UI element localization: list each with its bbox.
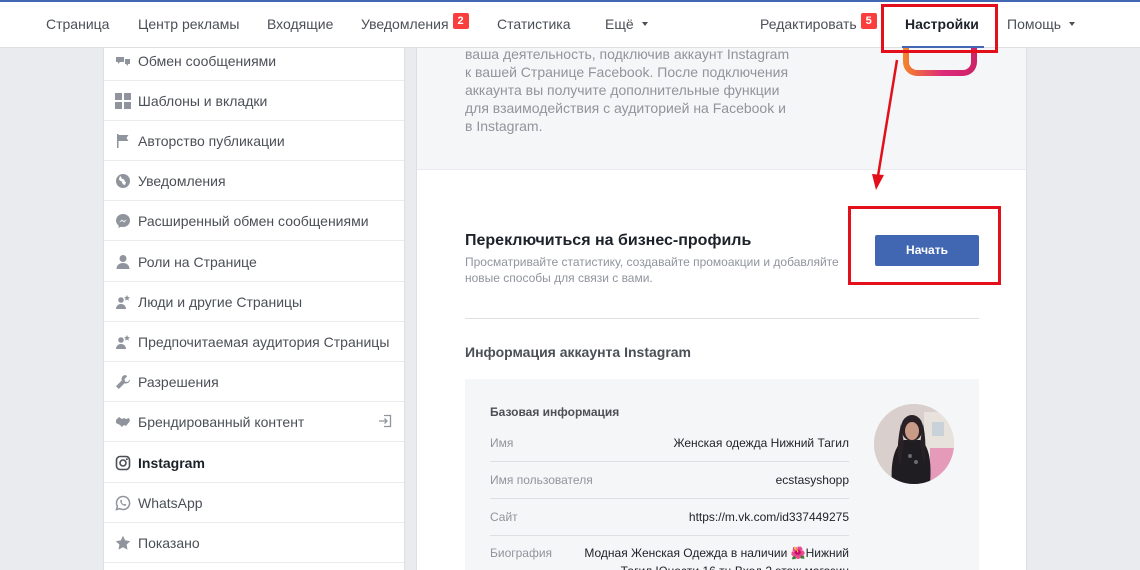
handshake-icon [116,417,130,427]
nav-help-label: Помощь [1007,16,1062,32]
info-label: Имя [490,436,514,450]
caret-down-icon [1069,22,1076,27]
section-divider [465,318,979,319]
sidebar-item-notifications[interactable]: Уведомления [104,161,404,201]
info-value: Женская одежда Нижний Тагил [673,436,849,450]
globe-icon [116,174,130,188]
info-row-bio: Биография Модная Женская Одежда в наличи… [490,534,849,570]
promo-text: ваша деятельность, подключив аккаунт Ins… [465,48,790,134]
notifications-badge: 2 [452,13,469,29]
sidebar-item-label: Авторство публикации [138,133,285,149]
settings-sidebar: Обмен сообщениями Шаблоны и вкладки Авто… [103,48,405,570]
sidebar-item-label: Шаблоны и вкладки [138,93,268,109]
info-label: Сайт [490,510,518,524]
nav-help[interactable]: Помощь [1007,2,1076,48]
sidebar-item-templates-tabs[interactable]: Шаблоны и вкладки [104,81,404,121]
start-button-highlight-box [848,206,1001,285]
settings-highlight-box [881,4,998,53]
sidebar-item-page-roles[interactable]: Роли на Странице [104,242,404,282]
sidebar-item-branded-content[interactable]: Брендированный контент [104,402,404,442]
business-profile-description: Просматривайте статистику, создавайте пр… [465,255,839,285]
sidebar-item-label: Показано [138,535,200,551]
flag-icon [117,134,129,148]
sidebar-item-label: Instagram [138,455,205,471]
info-value: ecstasyshopp [775,473,849,487]
sidebar-item-post-attribution[interactable]: Авторство публикации [104,121,404,161]
instagram-settings-panel: ваша деятельность, подключив аккаунт Ins… [416,48,1027,570]
whatsapp-icon [115,495,131,511]
nav-edit[interactable]: Редактировать 5 [760,2,877,48]
external-link-icon[interactable] [378,414,392,428]
sidebar-item-label: Предпочитаемая аудитория Страницы [138,334,390,350]
info-label: Имя пользователя [490,473,593,487]
basic-info-title: Базовая информация [490,405,620,419]
sidebar-item-advanced-messaging[interactable]: Расширенный обмен сообщениями [104,201,404,241]
nav-insights[interactable]: Статистика [497,2,571,48]
sidebar-item-label: Люди и другие Страницы [138,294,303,310]
info-value: https://m.vk.com/id337449275 [688,510,849,524]
sidebar-item-label: Роли на Странице [138,254,257,270]
nav-page[interactable]: Страница [46,2,109,48]
sidebar-item-label: Обмен сообщениями [138,53,277,69]
info-row-website: Сайт https://m.vk.com/id337449275 [490,499,849,536]
nav-insights-label: Статистика [497,16,571,32]
instagram-connect-promo: ваша деятельность, подключив аккаунт Ins… [417,48,1026,170]
nav-edit-label: Редактировать [760,16,857,32]
info-value: Модная Женская Одежда в наличии 🌺Нижний … [584,546,849,570]
nav-more[interactable]: Ещё [605,2,648,48]
info-row-name: Имя Женская одежда Нижний Тагил [490,425,849,462]
sidebar-item-label: Расширенный обмен сообщениями [138,213,369,229]
nav-ads-center-label: Центр рекламы [138,16,240,32]
person-star-icon [116,335,130,349]
caret-down-icon [641,22,648,27]
info-row-username: Имя пользователя ecstasyshopp [490,462,849,499]
nav-page-label: Страница [46,16,110,32]
sidebar-item-preferred-audience[interactable]: Предпочитаемая аудитория Страницы [104,322,404,362]
instagram-info-panel: Базовая информация Имя Женская одежда Ни… [465,379,979,570]
sidebar-item-featured[interactable]: Показано [104,523,404,563]
sidebar-item-messaging[interactable]: Обмен сообщениями [104,41,404,81]
nav-notifications-label: Уведомления [361,16,449,32]
sidebar-item-label: Уведомления [138,173,226,189]
messenger-icon [116,214,130,228]
nav-more-label: Ещё [605,16,634,32]
sidebar-item-label: Брендированный контент [138,414,305,430]
sidebar-item-label: Разрешения [138,374,219,390]
instagram-icon [115,455,131,471]
wrench-icon [116,375,130,389]
sidebar-item-permissions[interactable]: Разрешения [104,362,404,402]
profile-photo-icon [874,404,954,484]
chat-bubbles-icon [116,57,130,66]
person-icon [116,255,130,269]
info-label: Биография [490,546,553,560]
sidebar-item-people-other-pages[interactable]: Люди и другие Страницы [104,282,404,322]
person-star-icon [116,295,130,309]
sidebar-item-label: WhatsApp [138,495,203,511]
nav-inbox-label: Входящие [267,16,334,32]
grid-icon [115,93,131,109]
business-profile-title: Переключиться на бизнес-профиль [465,232,752,249]
sidebar-item-whatsapp[interactable]: WhatsApp [104,483,404,523]
avatar [874,404,954,484]
edit-badge: 5 [860,13,877,29]
sidebar-item-instagram[interactable]: Instagram [104,443,404,483]
star-icon [115,535,131,550]
instagram-info-title: Информация аккаунта Instagram [465,344,692,360]
